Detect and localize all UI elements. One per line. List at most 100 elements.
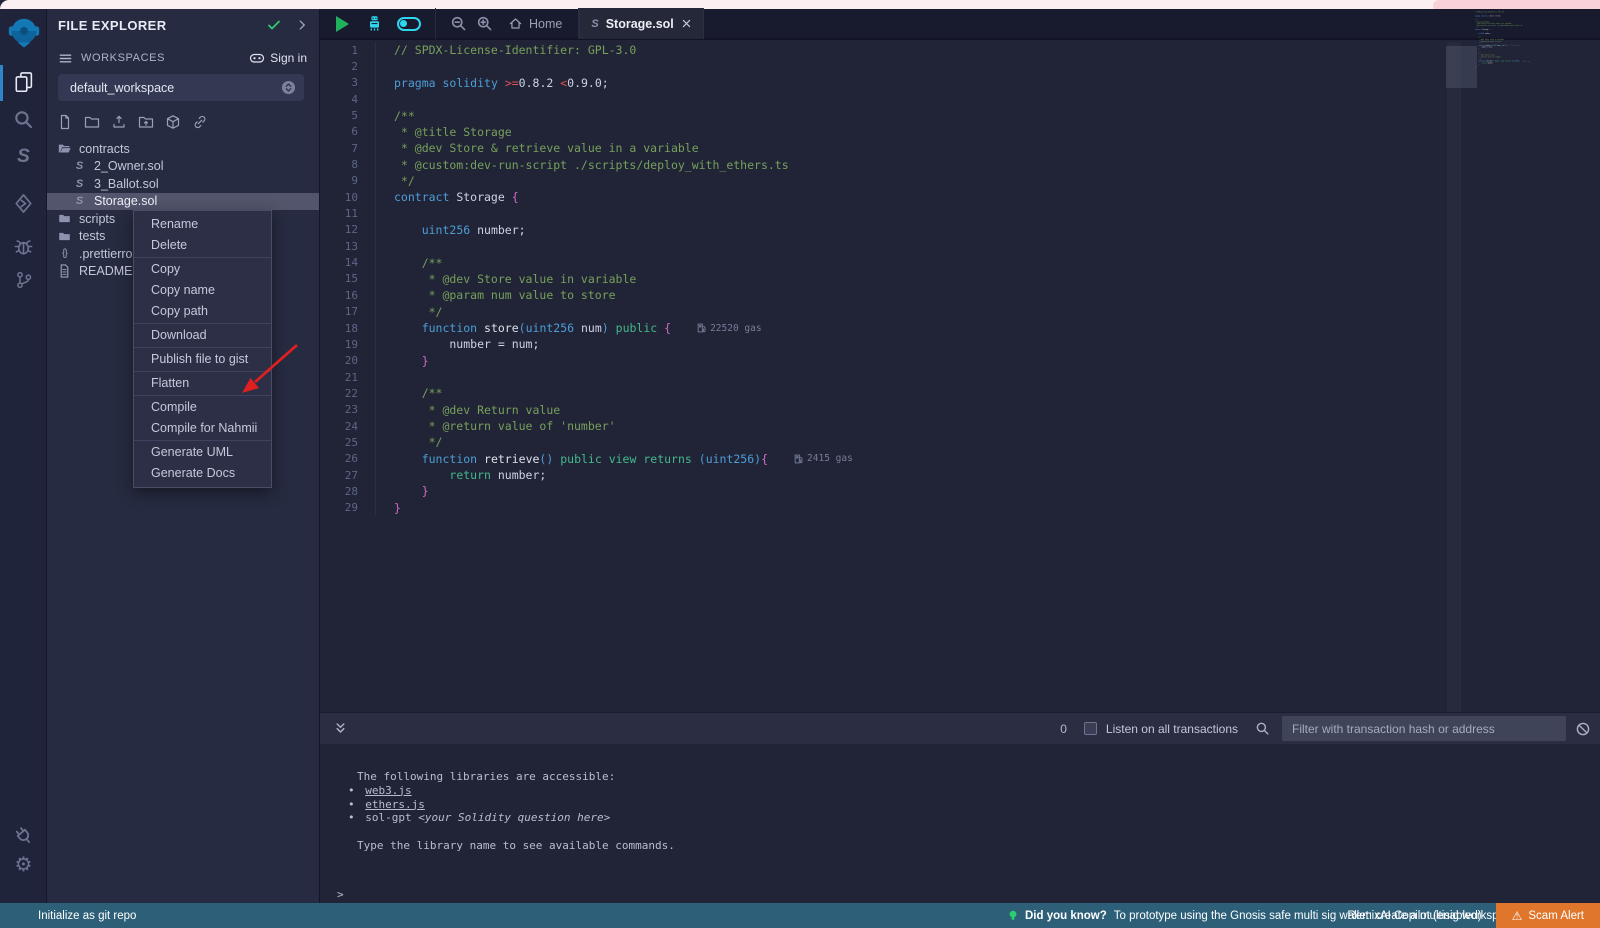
link-icon[interactable]: [192, 114, 208, 130]
code-line-26[interactable]: 26 function retrieve() public view retur…: [320, 451, 1600, 467]
code-line-17[interactable]: 17 */: [320, 304, 1600, 320]
upload-folder-icon[interactable]: [138, 114, 154, 130]
line-number: 4: [320, 91, 376, 107]
menu-item-compile[interactable]: Compile: [134, 397, 271, 418]
file-explorer-icon[interactable]: [0, 71, 47, 92]
code-line-21[interactable]: 21: [320, 369, 1600, 385]
tree-item-3-ballot-sol[interactable]: S3_Ballot.sol: [47, 175, 319, 193]
menu-item-publish-file-to-gist[interactable]: Publish file to gist: [134, 349, 271, 372]
workspaces-menu-icon[interactable]: [58, 51, 73, 66]
ipfs-box-icon[interactable]: [165, 114, 181, 130]
code-line-20[interactable]: 20 }: [320, 353, 1600, 369]
code-line-3[interactable]: 3pragma solidity >=0.8.2 <0.9.0;: [320, 75, 1600, 91]
code-line-13[interactable]: 13: [320, 238, 1600, 254]
code-line-16[interactable]: 16 * @param num value to store: [320, 287, 1600, 303]
accept-check-icon[interactable]: [266, 17, 282, 33]
line-number: 20: [320, 353, 376, 369]
solidity-compiler-icon[interactable]: S: [0, 147, 47, 167]
editor-scrollbar-slider[interactable]: [1446, 46, 1477, 88]
code-line-5[interactable]: 5/**: [320, 107, 1600, 123]
listen-transactions-checkbox[interactable]: [1084, 722, 1097, 735]
workspaces-label: WORKSPACES: [81, 52, 241, 64]
terminal-output[interactable]: > The following libraries are accessible…: [320, 744, 1600, 903]
scam-alert-label: Scam Alert: [1528, 910, 1584, 922]
ai-robot-icon[interactable]: [365, 14, 384, 33]
deploy-run-icon[interactable]: [0, 193, 47, 214]
collapse-panel-chevron-icon[interactable]: [295, 18, 309, 32]
menu-item-delete[interactable]: Delete: [134, 235, 271, 258]
terminal-collapse-icon[interactable]: [333, 721, 348, 736]
line-number: 17: [320, 304, 376, 320]
zoom-out-icon[interactable]: [450, 15, 467, 32]
code-line-27[interactable]: 27 return number;: [320, 467, 1600, 483]
zoom-in-icon[interactable]: [476, 15, 493, 32]
github-icon: [249, 50, 265, 66]
clear-console-icon[interactable]: [1575, 721, 1591, 737]
tree-item-contracts[interactable]: contracts: [47, 140, 319, 158]
transaction-filter-input[interactable]: [1282, 716, 1566, 741]
menu-item-generate-docs[interactable]: Generate Docs: [134, 463, 271, 484]
run-script-button[interactable]: [336, 16, 349, 32]
terminal-link[interactable]: web3.js: [365, 784, 411, 797]
scam-alert-button[interactable]: ⚠ Scam Alert: [1496, 903, 1600, 928]
code-line-10[interactable]: 10contract Storage {: [320, 189, 1600, 205]
code-line-12[interactable]: 12 uint256 number;: [320, 222, 1600, 238]
code-line-18[interactable]: 18 function store(uint256 num) public {2…: [320, 320, 1600, 336]
code-line-8[interactable]: 8 * @custom:dev-run-script ./scripts/dep…: [320, 156, 1600, 172]
upload-file-icon[interactable]: [111, 114, 127, 130]
settings-icon[interactable]: ⚙: [0, 855, 47, 875]
menu-item-download[interactable]: Download: [134, 325, 271, 348]
copilot-status[interactable]: RemixAI Copilot (enabled): [1347, 910, 1481, 922]
tree-item-storage-sol[interactable]: SStorage.sol: [47, 193, 319, 211]
code-line-23[interactable]: 23 * @dev Return value: [320, 402, 1600, 418]
tree-item-label: scripts: [79, 212, 115, 226]
code-line-2[interactable]: 2: [320, 58, 1600, 74]
line-number: 5: [320, 107, 376, 123]
remix-logo[interactable]: [0, 17, 47, 49]
tab-storage-sol[interactable]: S Storage.sol: [579, 8, 703, 39]
tree-item-2-owner-sol[interactable]: S2_Owner.sol: [47, 158, 319, 176]
code-line-11[interactable]: 11: [320, 205, 1600, 221]
menu-item-flatten[interactable]: Flatten: [134, 373, 271, 396]
code-line-25[interactable]: 25 */: [320, 434, 1600, 450]
code-line-9[interactable]: 9 */: [320, 173, 1600, 189]
line-number: 26: [320, 451, 376, 467]
code-line-29[interactable]: 29}: [320, 500, 1600, 516]
git-init-button[interactable]: Initialize as git repo: [38, 903, 136, 928]
code-line-15[interactable]: 15 * @dev Store value in variable: [320, 271, 1600, 287]
menu-item-copy[interactable]: Copy: [134, 259, 271, 280]
terminal-link[interactable]: ethers.js: [365, 798, 425, 811]
code-line-28[interactable]: 28 }: [320, 483, 1600, 499]
menu-item-generate-uml[interactable]: Generate UML: [134, 442, 271, 463]
copilot-toggle[interactable]: [397, 17, 421, 31]
code-line-19[interactable]: 19 number = num;: [320, 336, 1600, 352]
line-number: 2: [320, 58, 376, 74]
code-line-7[interactable]: 7 * @dev Store & retrieve value in a var…: [320, 140, 1600, 156]
menu-item-copy-name[interactable]: Copy name: [134, 280, 271, 301]
menu-item-copy-path[interactable]: Copy path: [134, 301, 271, 324]
workspace-select[interactable]: default_workspace: [58, 74, 304, 101]
close-icon[interactable]: [681, 18, 692, 29]
sign-in-button[interactable]: Sign in: [249, 50, 307, 66]
code-line-4[interactable]: 4: [320, 91, 1600, 107]
terminal-search-icon[interactable]: [1255, 721, 1270, 736]
new-folder-icon[interactable]: [84, 114, 100, 130]
new-file-icon[interactable]: [57, 114, 73, 130]
tab-home[interactable]: Home: [508, 16, 562, 31]
search-icon[interactable]: [0, 109, 47, 130]
code-line-14[interactable]: 14 /**: [320, 254, 1600, 270]
code-line-22[interactable]: 22 /**: [320, 385, 1600, 401]
folder-icon: [57, 230, 72, 243]
plugin-manager-icon[interactable]: [0, 826, 47, 846]
code-line-1[interactable]: 1// SPDX-License-Identifier: GPL-3.0: [320, 42, 1600, 58]
menu-item-rename[interactable]: Rename: [134, 214, 271, 235]
editor-scrollbar[interactable]: [1447, 42, 1461, 712]
line-number: 29: [320, 500, 376, 516]
code-editor[interactable]: 1// SPDX-License-Identifier: GPL-3.023pr…: [320, 42, 1600, 712]
code-line-6[interactable]: 6 * @title Storage: [320, 124, 1600, 140]
menu-item-compile-for-nahmii[interactable]: Compile for Nahmii: [134, 418, 271, 441]
code-line-24[interactable]: 24 * @return value of 'number': [320, 418, 1600, 434]
debugger-icon[interactable]: [0, 236, 47, 257]
minimap[interactable]: // SPDX-License-Identifier: GPL-3.0pragm…: [1475, 11, 1543, 211]
git-icon[interactable]: [0, 270, 47, 290]
